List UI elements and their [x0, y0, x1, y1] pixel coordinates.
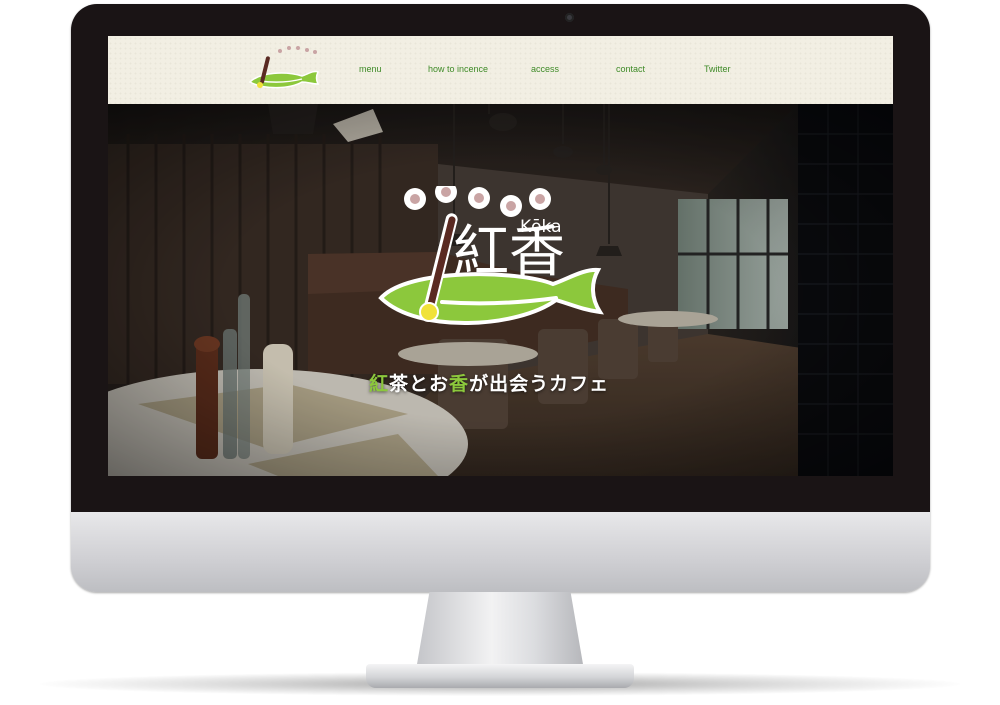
hero-section: 紅香 Kōka 紅茶とお香が出会うカフェ [108, 104, 893, 476]
brand-logo: 紅香 Kōka [378, 186, 604, 325]
tagline-text-1: 茶と [389, 373, 430, 395]
monitor-stand-neck [416, 592, 584, 670]
monitor-stand-base [366, 664, 634, 688]
hero-tagline: 紅茶とお香が出会うカフェ [369, 369, 639, 396]
smoke-dots-icon [404, 186, 551, 217]
tagline-accent-1: 紅 [369, 373, 390, 395]
tagline-text-3: が出会うカフェ [469, 373, 610, 395]
nav-item-access[interactable]: access [531, 64, 559, 74]
brand-romaji: Kōka [520, 217, 562, 237]
site-header: menu how to incence access contact Twitt… [108, 36, 893, 104]
webcam-icon [565, 13, 574, 22]
main-nav: menu how to incence access contact Twitt… [108, 36, 893, 104]
nav-item-twitter[interactable]: Twitter [704, 64, 731, 74]
nav-item-menu[interactable]: menu [359, 64, 382, 74]
website-screen: menu how to incence access contact Twitt… [108, 36, 893, 476]
nav-item-how-to-incence[interactable]: how to incence [428, 64, 488, 74]
tagline-accent-2: 香 [449, 373, 470, 395]
monitor-chin [71, 512, 930, 592]
nav-item-contact[interactable]: contact [616, 64, 645, 74]
tagline-text-2: お [429, 373, 450, 395]
